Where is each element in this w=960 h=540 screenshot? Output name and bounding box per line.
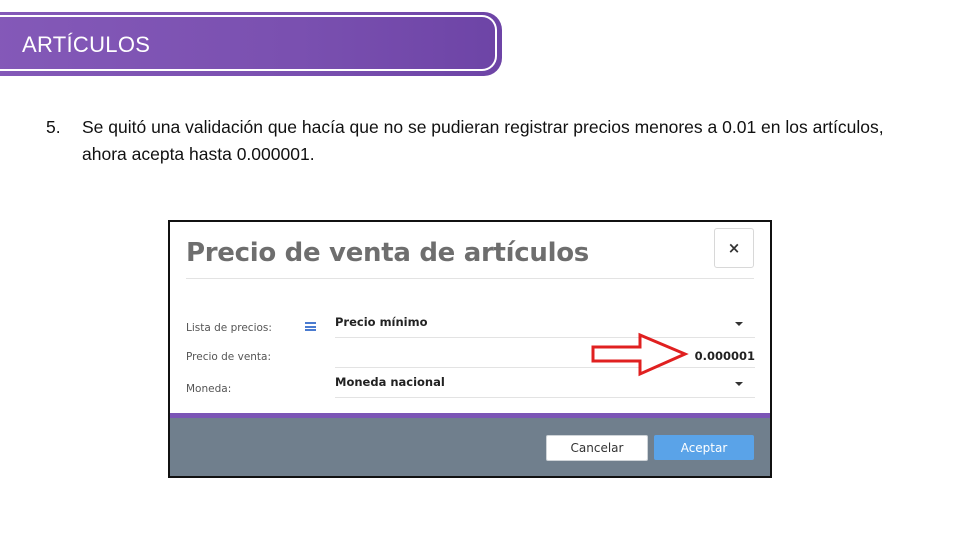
price-list-select[interactable]: Precio mínimo [335,309,755,338]
price-list-label: Lista de precios: [186,322,272,334]
chevron-down-icon [735,322,743,326]
sale-price-value: 0.000001 [694,349,755,363]
close-button[interactable]: × [714,228,754,268]
currency-label: Moneda: [186,383,232,395]
dialog-title: Precio de venta de artículos [186,238,589,268]
highlight-arrow-icon [591,332,689,377]
price-list-value: Precio mínimo [335,315,428,329]
note-text: Se quitó una validación que hacía que no… [82,117,884,164]
sale-price-label: Precio de venta: [186,351,272,363]
list-icon[interactable] [305,322,316,331]
accept-button[interactable]: Aceptar [654,435,754,460]
sale-price-input[interactable]: 0.000001 [335,339,755,368]
note-number: 5. [46,117,61,137]
currency-value: Moneda nacional [335,375,445,389]
title-divider [186,278,754,279]
price-dialog-screenshot: Precio de venta de artículos × Lista de … [168,220,772,478]
cancel-button[interactable]: Cancelar [546,435,648,461]
chevron-down-icon [735,382,743,386]
slide-title: ARTÍCULOS [22,32,151,57]
title-banner: ARTÍCULOS [0,12,502,76]
close-icon: × [727,239,741,257]
currency-select[interactable]: Moneda nacional [335,369,755,398]
